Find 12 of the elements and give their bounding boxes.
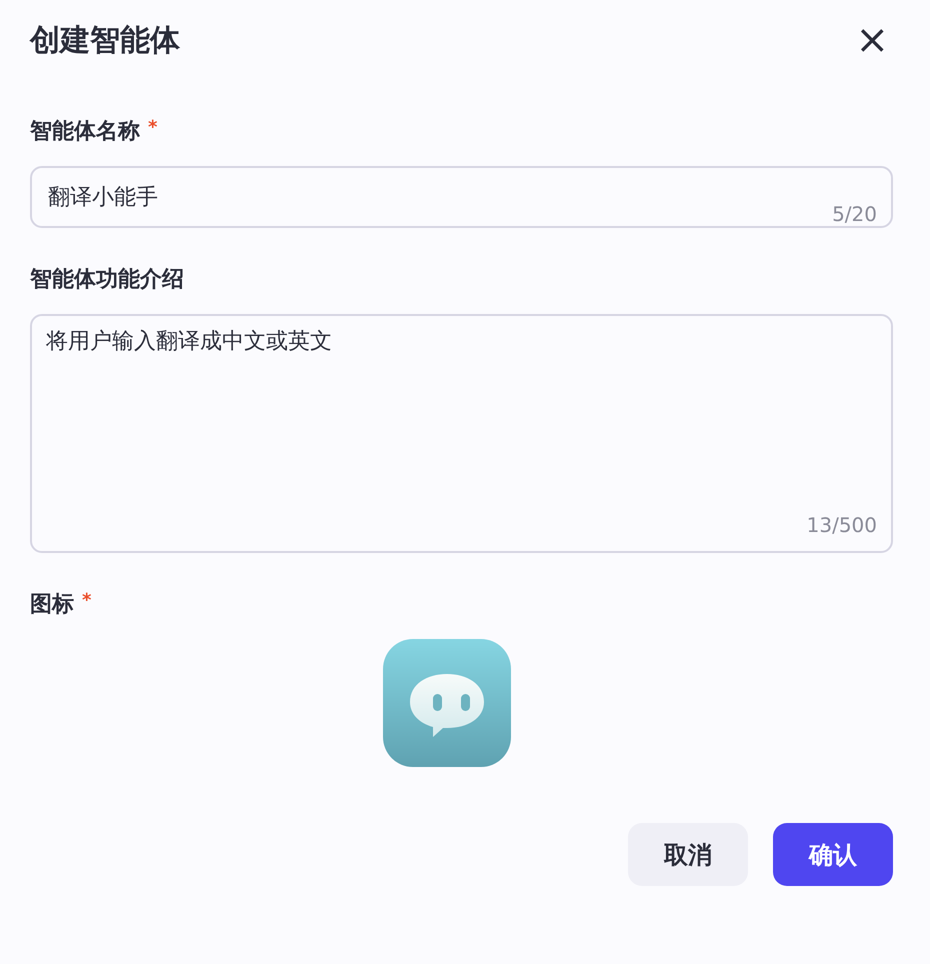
name-input-field[interactable]: 翻译小能手 5/20: [30, 166, 893, 228]
chat-bubble-icon[interactable]: [382, 639, 510, 767]
confirm-button[interactable]: 确认: [773, 823, 893, 886]
field-label: 智能体名称: [30, 118, 140, 146]
dialog-title: 创建智能体: [30, 22, 180, 60]
field-label: 智能体功能介绍: [30, 266, 184, 294]
cancel-button[interactable]: 取消: [628, 823, 748, 886]
required-mark: *: [82, 591, 92, 611]
field-label: 图标: [30, 591, 74, 619]
required-mark: *: [148, 118, 158, 138]
close-button[interactable]: ×: [851, 20, 893, 60]
description-text-area[interactable]: 将用户输入翻译成中文或英文 13/500: [30, 314, 893, 553]
